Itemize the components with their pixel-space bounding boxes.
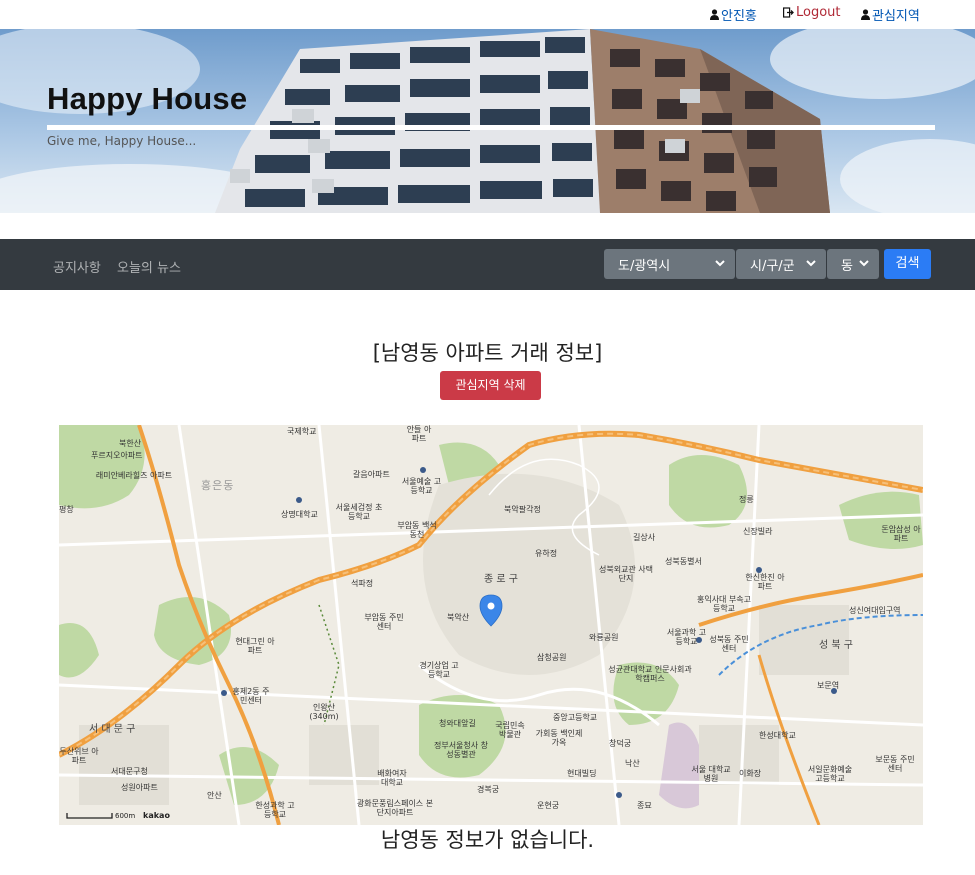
map-label: 가회동 백인제가옥 — [535, 729, 583, 747]
map-label: 유하정 — [535, 549, 558, 558]
map-label: 북한산 — [119, 439, 142, 448]
kakao-logo: kakao — [143, 811, 170, 820]
map-label: 보문동 주민센터 — [875, 755, 915, 773]
map-scale-label: 600m — [115, 812, 135, 820]
title-underline — [47, 125, 935, 130]
map-tiles: 600m kakao — [59, 425, 923, 825]
map-label: 종 로 구 — [484, 574, 518, 585]
map-label: 국제학교 — [287, 427, 317, 436]
user-name: 안진홍 — [721, 9, 757, 24]
nav-link-news[interactable]: 오늘의 뉴스 — [117, 257, 181, 276]
chevron-down-icon — [806, 260, 816, 267]
logout-label: Logout — [796, 5, 841, 20]
map-label: 성북동 주민센터 — [709, 635, 749, 653]
map-label: 신장빌라 — [743, 527, 773, 536]
search-button[interactable]: 검색 — [884, 249, 931, 279]
map-label: 상명대학교 — [281, 510, 318, 519]
user-icon — [861, 9, 870, 20]
city-select-value: 시/구/군 — [750, 259, 795, 274]
map-label: 낙산 — [625, 759, 640, 768]
map-label: 보문역 — [817, 681, 840, 690]
map-label: 배화여자 대학교 — [377, 769, 407, 787]
map-label: 현대그린 아파트 — [235, 637, 275, 655]
map-label: 푸르지오아파트 — [91, 451, 143, 460]
dong-select-value: 동 — [841, 259, 853, 274]
map-label: 청와대앞길 — [439, 719, 476, 728]
map-label: 두산위브 아파트 — [59, 747, 99, 765]
map-label: 안들 아파트 — [406, 425, 432, 443]
map-label: 서 대 문 구 — [89, 724, 136, 735]
map-label: 와룡공원 — [589, 633, 619, 642]
delete-favorite-button[interactable]: 관심지역 삭제 — [440, 371, 541, 400]
map-label: 경복궁 — [477, 785, 500, 794]
site-subtitle: Give me, Happy House... — [47, 134, 197, 148]
map-label: 삼청공원 — [537, 653, 567, 662]
map-label: 서울과학 고등학교 — [666, 628, 707, 646]
no-info-message: 남영동 정보가 없습니다. — [380, 828, 595, 852]
map-label: 국립민속 박물관 — [495, 721, 525, 739]
map-label: 돈암삼성 아파트 — [881, 525, 921, 543]
map-label: 정릉 — [739, 495, 754, 504]
map-label: 부암동 주민센터 — [364, 613, 404, 631]
map-label: 성신여대입구역 — [849, 606, 901, 615]
map-label: 정부서울청사 창성동별관 — [433, 741, 489, 759]
map-label: 인왕산 (340m) — [309, 703, 339, 721]
map-label: 홍제2동 주민센터 — [232, 687, 270, 705]
favorite-region-label: 관심지역 — [872, 9, 920, 24]
map-label: 안산 — [207, 791, 222, 800]
nav-link-notice[interactable]: 공지사항 — [53, 257, 101, 276]
map-label: 홍익사대 부속고등학교 — [696, 595, 752, 613]
building-background-image — [0, 29, 975, 213]
province-select-value: 도/광역시 — [618, 259, 671, 274]
logout-icon — [783, 7, 794, 18]
map-label: 경기상업 고등학교 — [419, 661, 459, 679]
map-label: 종묘 — [637, 801, 652, 810]
map-label: 성원아파트 — [121, 783, 158, 792]
hero-banner: Happy House Give me, Happy House... — [0, 29, 975, 213]
map-label: 갈음아파트 — [353, 470, 390, 479]
map-label: 석파정 — [351, 579, 374, 588]
logout-link[interactable]: Logout — [783, 5, 841, 20]
map-label: 북악산 — [447, 613, 470, 622]
map-label: 이화장 — [739, 769, 762, 778]
map-label: 평창 — [59, 505, 74, 514]
map-label: 한신한진 아파트 — [745, 573, 785, 591]
main-navbar: 공지사항 오늘의 뉴스 도/광역시 시/구/군 동 검색 — [0, 239, 975, 290]
map-label: 광화문풍림스페이스 본단지아파트 — [356, 799, 434, 817]
province-select[interactable]: 도/광역시 — [604, 249, 735, 279]
map-label: 한성과학 고등학교 — [255, 801, 295, 819]
map-label: 부암동 백석동천 — [397, 521, 437, 539]
map-label: 길상사 — [633, 533, 656, 542]
city-select[interactable]: 시/구/군 — [736, 249, 826, 279]
map-label: 한성대학교 — [759, 731, 796, 740]
map-label: 창덕궁 — [609, 739, 632, 748]
user-bar: 안진홍 Logout 관심지역 — [0, 0, 975, 29]
map-label: 중앙고등학교 — [553, 713, 598, 722]
map-label: 북악팔각정 — [504, 505, 541, 514]
map-label: 서일문화예술 고등학교 — [807, 765, 853, 783]
map-label: 운현궁 — [537, 801, 560, 810]
kakao-map[interactable]: 600m kakao 북한산 푸르지오아파트 래미안베라힐즈 아파트 국제학교 … — [59, 425, 923, 825]
page-title: [남영동 아파트 거래 정보] — [372, 341, 603, 365]
user-profile-link[interactable]: 안진홍 — [710, 5, 757, 24]
map-label: 현대빌딩 — [567, 769, 597, 778]
map-label: 성 북 구 — [819, 640, 853, 651]
map-label: 서울세검정 초등학교 — [335, 503, 383, 521]
chevron-down-icon — [859, 260, 869, 267]
map-label: 서대문구청 — [111, 767, 148, 776]
map-label: 성균관대학교 인문사회과학캠퍼스 — [608, 665, 692, 683]
map-label: 홍은동 — [201, 479, 235, 492]
map-label: 래미안베라힐즈 아파트 — [95, 471, 173, 480]
map-label: 서울 대학교병원 — [691, 765, 731, 783]
user-icon — [710, 9, 719, 20]
favorite-region-link[interactable]: 관심지역 — [861, 5, 920, 24]
site-title: Happy House — [47, 81, 248, 116]
map-label: 성북동별서 — [665, 557, 702, 566]
dong-select[interactable]: 동 — [827, 249, 879, 279]
map-label: 서울예술 고등학교 — [401, 477, 442, 495]
map-label: 성북외교관 사택단지 — [598, 565, 654, 583]
chevron-down-icon — [715, 260, 725, 267]
